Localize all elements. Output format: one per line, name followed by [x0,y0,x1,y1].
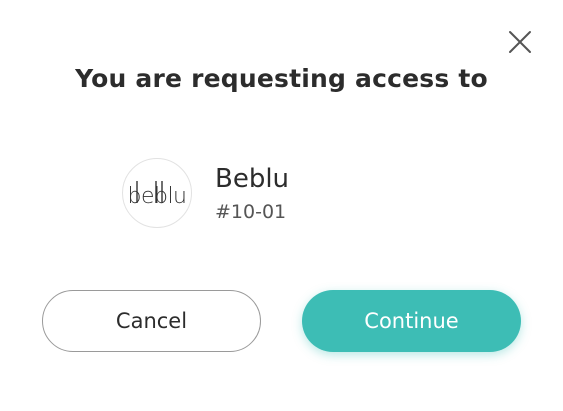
access-request-dialog: You are requesting access to beblu Beblu… [0,0,563,411]
dialog-title: You are requesting access to [75,64,488,93]
close-icon [509,31,531,53]
venue-unit-code: #10-01 [215,201,287,223]
venue-logo: beblu [122,158,192,228]
venue-name: Beblu [215,164,290,194]
close-button[interactable] [505,27,535,57]
continue-button[interactable]: Continue [302,290,521,352]
cancel-button[interactable]: Cancel [42,290,261,352]
